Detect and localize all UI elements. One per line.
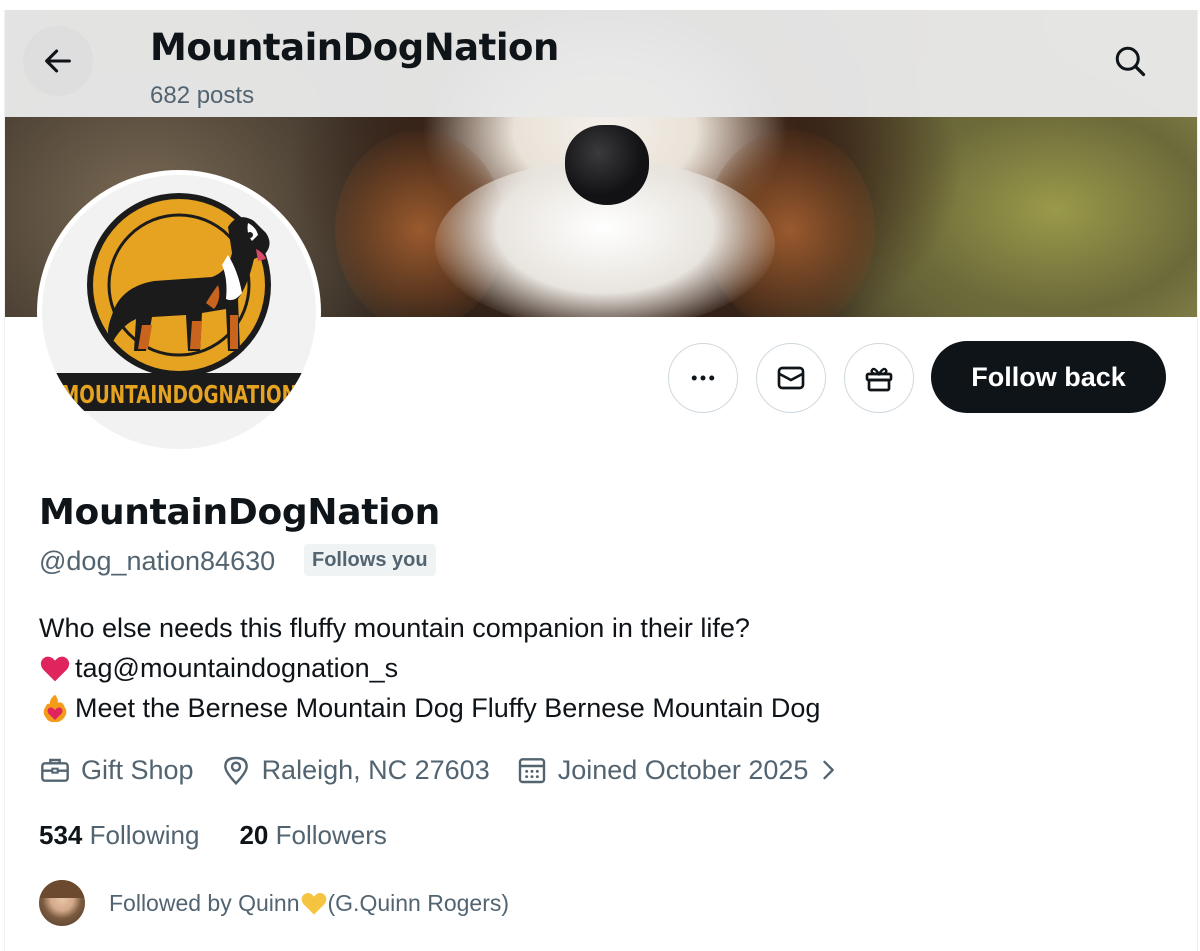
gift-button[interactable] [844, 343, 914, 413]
profile-avatar[interactable]: MOUNTAINDOGNATION [37, 170, 321, 454]
following-label: Following [89, 820, 200, 850]
calendar-icon [518, 758, 545, 784]
category-label: Gift Shop [81, 754, 194, 785]
display-name: MountainDogNation [39, 492, 440, 533]
bio-tag-link[interactable]: tag@mountaindognation_s [75, 648, 398, 688]
user-handle: @dog_nation84630 [39, 546, 276, 576]
followers-link[interactable]: 20 Followers [239, 820, 386, 851]
location-item: Raleigh, NC 27603 [220, 754, 490, 786]
logo-text: MOUNTAINDOGNATION [61, 380, 297, 409]
gift-icon [865, 367, 893, 392]
bio-line: Who else needs this fluffy mountain comp… [39, 613, 750, 643]
category-item: Gift Shop [39, 754, 194, 786]
top-bar: MountainDogNation 682 posts [5, 10, 1197, 117]
message-button[interactable] [756, 343, 826, 413]
followers-label: Followers [275, 820, 387, 850]
followed-by-row[interactable]: Followed by Quinn (G.Quinn Rogers) [39, 880, 509, 926]
follower-avatar [39, 880, 85, 926]
location-label: Raleigh, NC 27603 [261, 754, 490, 785]
following-count: 534 [39, 820, 83, 850]
profile-bio: Who else needs this fluffy mountain comp… [39, 608, 820, 728]
dog-logo-icon: MOUNTAINDOGNATION [48, 193, 310, 411]
follow-back-button[interactable]: Follow back [931, 341, 1166, 413]
profile-page: MountainDogNation 682 posts MOUNTAINDOGN… [4, 10, 1198, 951]
following-link[interactable]: 534 Following [39, 820, 199, 851]
followers-count: 20 [239, 820, 269, 850]
location-pin-icon [223, 756, 248, 786]
bio-line: tag@mountaindognation_s [39, 648, 820, 688]
envelope-icon [777, 366, 805, 390]
follow-stats: 534 Following 20 Followers [39, 820, 427, 851]
search-icon [1115, 46, 1146, 77]
profile-meta: Gift Shop Raleigh, NC 27603 Joined Octob… [39, 750, 868, 790]
post-count: 682 posts [150, 82, 255, 109]
joined-item[interactable]: Joined October 2025 [516, 754, 843, 786]
heart-on-fire-icon [39, 692, 71, 724]
follows-you-badge: Follows you [304, 544, 436, 576]
back-button[interactable] [23, 26, 93, 96]
followed-by-text: Followed by Quinn [109, 889, 300, 916]
yellow-heart-icon [300, 889, 328, 917]
arrow-left-icon [45, 49, 71, 73]
avatar-logo: MOUNTAINDOGNATION [42, 175, 316, 449]
chevron-right-icon [823, 760, 835, 780]
search-button[interactable] [1097, 28, 1163, 94]
followed-by-name: (G.Quinn Rogers) [327, 889, 510, 916]
joined-label: Joined October 2025 [557, 754, 809, 785]
bio-line: Meet the Bernese Mountain Dog Fluffy Ber… [39, 688, 820, 728]
bio-text: Meet the Bernese Mountain Dog Fluffy Ber… [75, 693, 821, 723]
heart-icon [39, 652, 71, 684]
page-title: MountainDogNation [150, 26, 559, 69]
briefcase-icon [41, 758, 69, 782]
more-icon [691, 375, 715, 381]
more-options-button[interactable] [668, 343, 738, 413]
